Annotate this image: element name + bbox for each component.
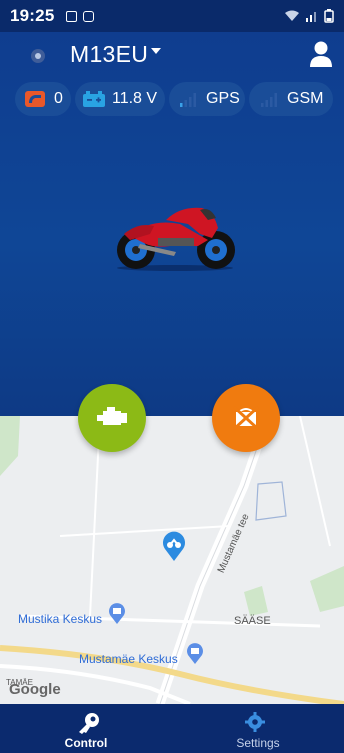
- status-system-icons: [284, 9, 334, 23]
- gsm-label: GSM: [287, 90, 324, 107]
- alarm-icon: [25, 91, 45, 107]
- stats-row: 0 11.8 V GPS GSM: [0, 82, 344, 116]
- bottom-nav: Control Settings: [0, 704, 344, 753]
- voltage-value: 11.8 V: [112, 90, 158, 107]
- account-icon[interactable]: [308, 40, 334, 68]
- chevron-down-icon[interactable]: [151, 48, 161, 54]
- map-place-mustamae: Mustamäe Keskus: [79, 652, 178, 666]
- key-icon: [79, 713, 99, 734]
- status-bar: 19:25: [0, 0, 344, 32]
- shopping-pin-icon: [187, 643, 203, 664]
- header: M13EU: [0, 32, 344, 80]
- gsm-pill[interactable]: GSM: [249, 82, 333, 116]
- gear-icon: [245, 712, 265, 732]
- gps-pill[interactable]: GPS: [169, 82, 245, 116]
- shopping-pin-icon: [109, 603, 125, 624]
- status-time: 19:25: [10, 6, 55, 25]
- gsm-signal-icon: [261, 93, 277, 107]
- motorcycle-location-pin-icon[interactable]: [162, 531, 186, 561]
- nav-settings-label: Settings: [236, 736, 280, 750]
- map-place-mustika: Mustika Keskus: [18, 612, 103, 626]
- alarm-off-button[interactable]: [212, 384, 280, 452]
- gps-label: GPS: [206, 90, 240, 107]
- signal-icon: [306, 12, 316, 22]
- sim-notification-icon: [66, 10, 78, 22]
- alarm-count-pill[interactable]: 0: [15, 82, 71, 116]
- nav-settings[interactable]: Settings: [172, 704, 344, 753]
- voltage-pill[interactable]: 11.8 V: [75, 82, 165, 116]
- gps-signal-icon: [180, 93, 196, 107]
- instagram-notification-icon: [83, 10, 95, 22]
- map-district-saase: SÄÄSE: [234, 615, 271, 627]
- alarm-count: 0: [54, 90, 63, 107]
- device-selector[interactable]: M13EU: [70, 41, 148, 68]
- wifi-icon: [285, 10, 299, 21]
- connection-status-icon: [31, 49, 45, 63]
- engine-button[interactable]: [78, 384, 146, 452]
- map-view[interactable]: Mustamäe tee Mustika Keskus Mustamäe Kes…: [0, 416, 344, 704]
- status-notification-icons: [66, 10, 95, 22]
- engine-icon: [97, 407, 127, 425]
- alarm-off-icon: [233, 406, 259, 430]
- battery-icon: [324, 9, 334, 23]
- motorcycle-image: [117, 207, 235, 271]
- google-logo: Google: [9, 681, 61, 698]
- vehicle-panel: M13EU 0 11.8 V GPS GSM: [0, 32, 344, 416]
- nav-control[interactable]: Control: [0, 704, 172, 753]
- battery-voltage-icon: [83, 91, 105, 107]
- nav-control-label: Control: [64, 736, 108, 750]
